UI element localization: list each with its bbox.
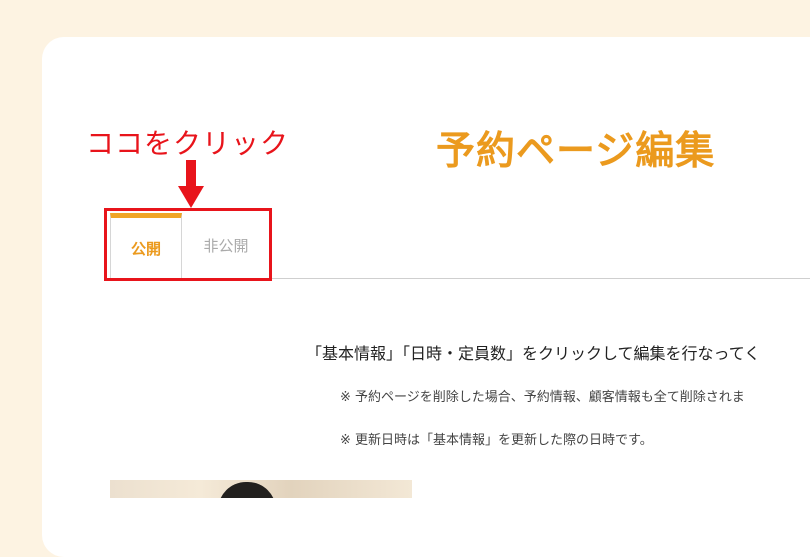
delete-note: ※ 予約ページを削除した場合、予約情報、顧客情報も全て削除されま bbox=[340, 390, 745, 405]
page-title: 予約ページ編集 bbox=[436, 129, 716, 174]
annotation-label: ココをクリック bbox=[86, 127, 290, 160]
main-card bbox=[42, 37, 810, 557]
down-arrow-icon bbox=[178, 160, 204, 208]
update-note: ※ 更新日時は「基本情報」を更新した際の日時です。 bbox=[340, 433, 653, 448]
annotation-highlight-box bbox=[104, 208, 272, 281]
cover-image bbox=[110, 480, 412, 498]
instruction-text: 「基本情報」「日時・定員数」をクリックして編集を行なってく bbox=[306, 344, 761, 363]
person-image bbox=[218, 482, 276, 498]
